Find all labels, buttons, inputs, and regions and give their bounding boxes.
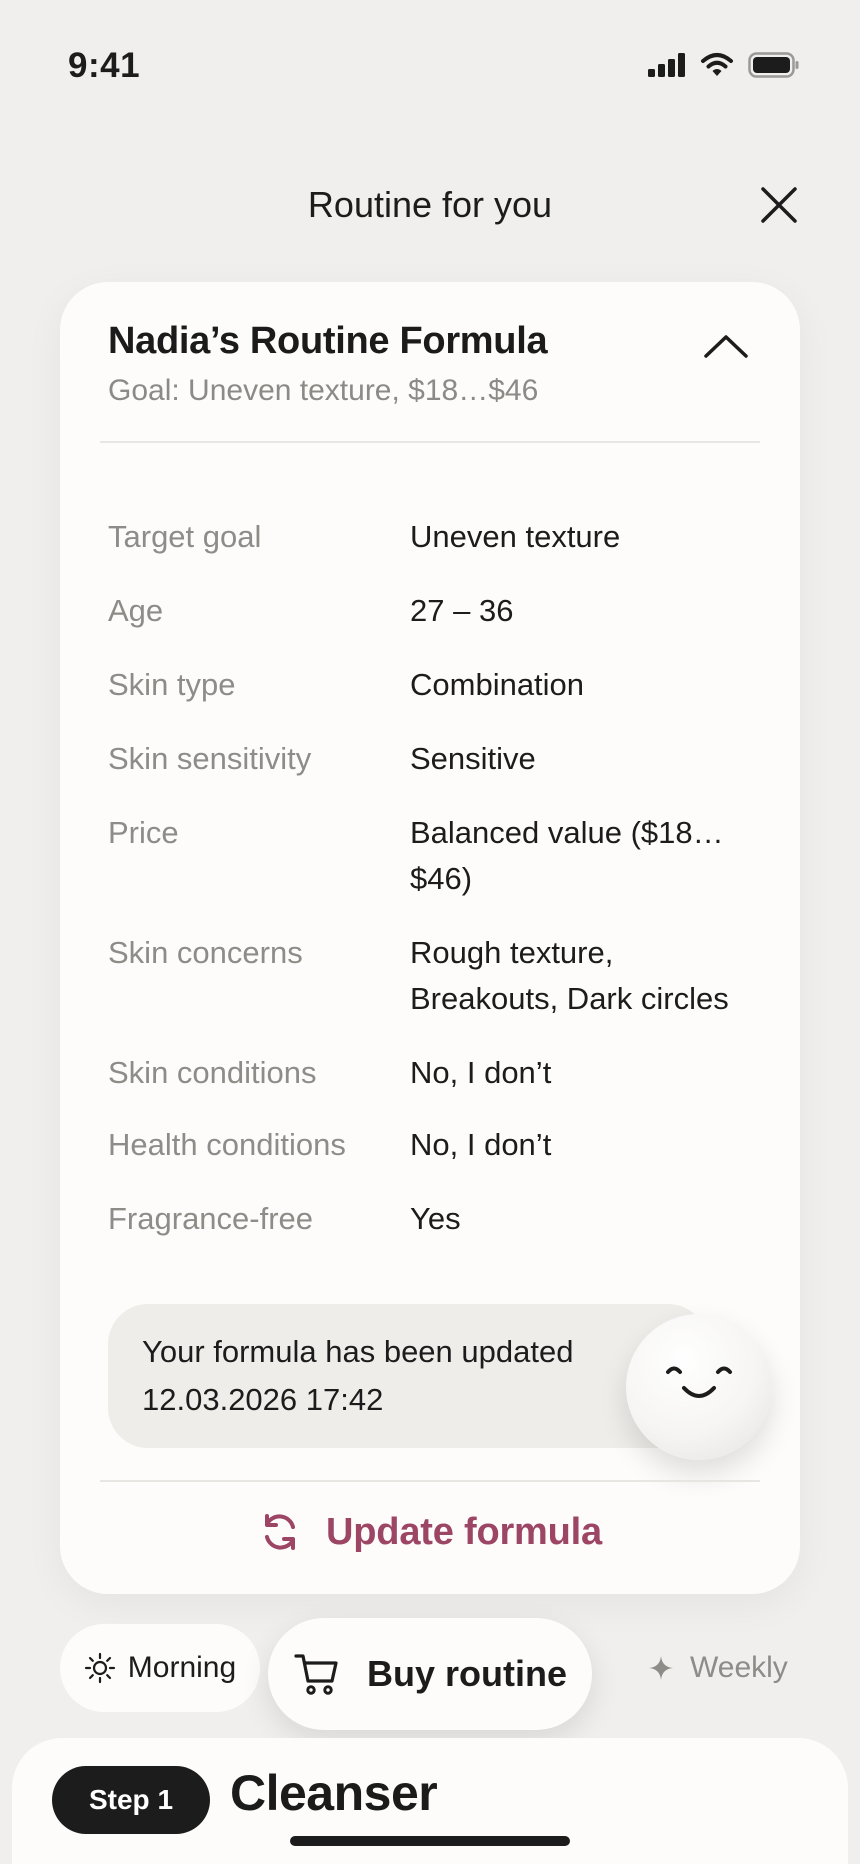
assistant-avatar[interactable]	[626, 1314, 772, 1460]
notice-text: Your formula has been updated 12.03.2026…	[142, 1328, 573, 1424]
info-label: Health conditions	[108, 1127, 346, 1162]
wifi-icon	[701, 53, 733, 76]
weekly-tab[interactable]: Weekly	[648, 1630, 788, 1706]
info-label: Skin concerns	[108, 935, 303, 970]
info-value: No, I don’t	[410, 1127, 552, 1162]
info-label: Skin conditions	[108, 1055, 317, 1090]
refresh-icon	[265, 1514, 296, 1550]
info-value: Uneven texture	[410, 519, 621, 554]
notice-message: Your formula has been updated	[142, 1334, 574, 1369]
info-value: No, I don’t	[410, 1055, 552, 1090]
smile-face-icon	[666, 1366, 732, 1398]
info-label: Skin type	[108, 667, 236, 702]
buy-routine-label: Buy routine	[366, 1653, 567, 1694]
info-value: Rough texture, Breakouts, Dark circles	[410, 935, 729, 1016]
sparkle-icon	[649, 1656, 673, 1680]
close-icon	[761, 187, 797, 223]
close-button[interactable]	[756, 182, 802, 228]
info-value: 27 – 36	[410, 593, 514, 628]
info-value: Sensitive	[410, 741, 536, 776]
update-formula-label: Update formula	[326, 1510, 602, 1553]
info-label: Fragrance-free	[108, 1201, 314, 1236]
formula-card: Nadia’s Routine Formula Goal: Uneven tex…	[60, 282, 800, 1594]
morning-label: Morning	[127, 1651, 237, 1684]
morning-tab[interactable]: Morning	[60, 1624, 260, 1712]
update-notice: Your formula has been updated 12.03.2026…	[108, 1304, 708, 1448]
info-label: Target goal	[108, 519, 262, 554]
page-title: Routine for you	[307, 184, 553, 225]
info-label: Price	[108, 815, 179, 850]
battery-icon	[748, 52, 799, 78]
info-value: Balanced value ($18… $46)	[410, 815, 724, 896]
status-icons	[648, 52, 800, 78]
home-indicator[interactable]	[290, 1836, 570, 1846]
info-value: Combination	[410, 667, 585, 702]
status-bar: 9:41	[0, 0, 860, 140]
chevron-up-icon	[704, 335, 748, 358]
buy-routine-button[interactable]: Buy routine	[268, 1618, 592, 1730]
notice-timestamp: 12.03.2026 17:42	[142, 1382, 384, 1417]
status-time: 9:41	[68, 46, 141, 85]
collapse-button[interactable]	[700, 326, 752, 366]
step-title: Cleanser	[230, 1765, 438, 1821]
cart-icon	[294, 1654, 338, 1695]
cellular-signal-icon	[648, 53, 685, 77]
formula-title: Nadia’s Routine Formula	[108, 320, 548, 362]
update-formula-button[interactable]: Update formula	[100, 1482, 760, 1582]
info-label: Age	[108, 593, 164, 628]
info-label: Skin sensitivity	[108, 741, 312, 776]
weekly-label: Weekly	[690, 1651, 788, 1684]
step-badge: Step 1	[52, 1766, 210, 1834]
formula-goal: Goal: Uneven texture, $18…$46	[108, 374, 539, 407]
divider	[100, 441, 760, 443]
info-value: Yes	[410, 1201, 461, 1236]
sun-icon	[84, 1652, 115, 1684]
